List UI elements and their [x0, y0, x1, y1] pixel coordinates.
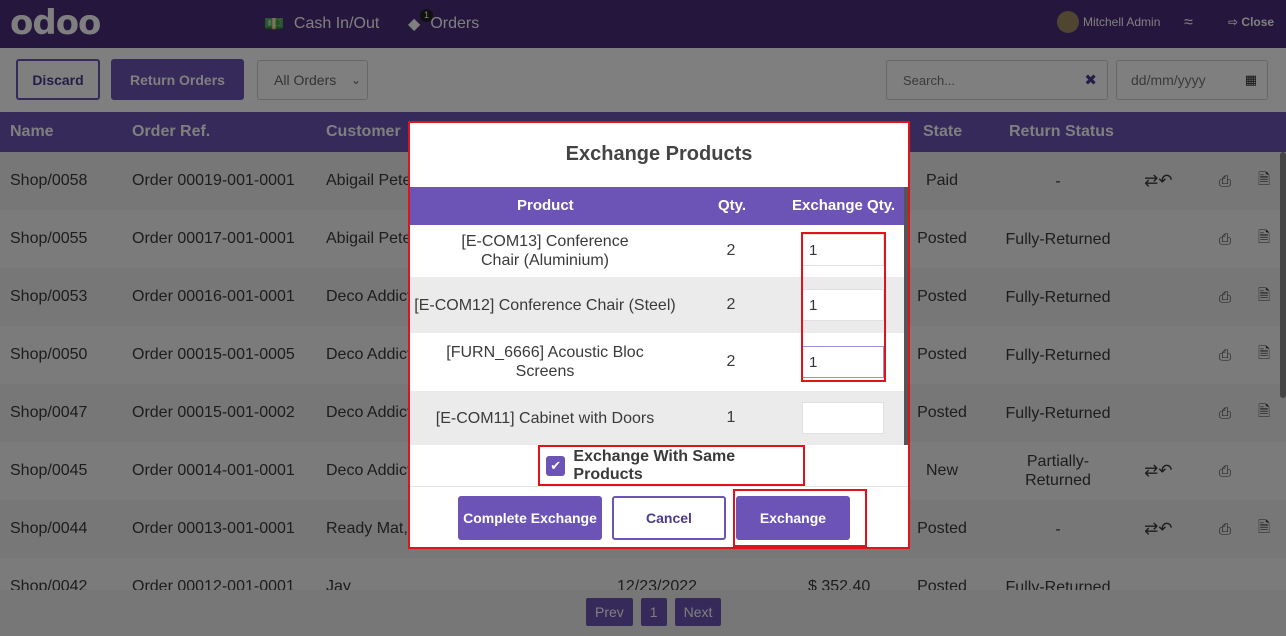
exchange-qty-highlight-box [801, 232, 886, 382]
same-products-highlight-box [538, 445, 805, 486]
exchange-button-highlight-box [733, 489, 867, 547]
